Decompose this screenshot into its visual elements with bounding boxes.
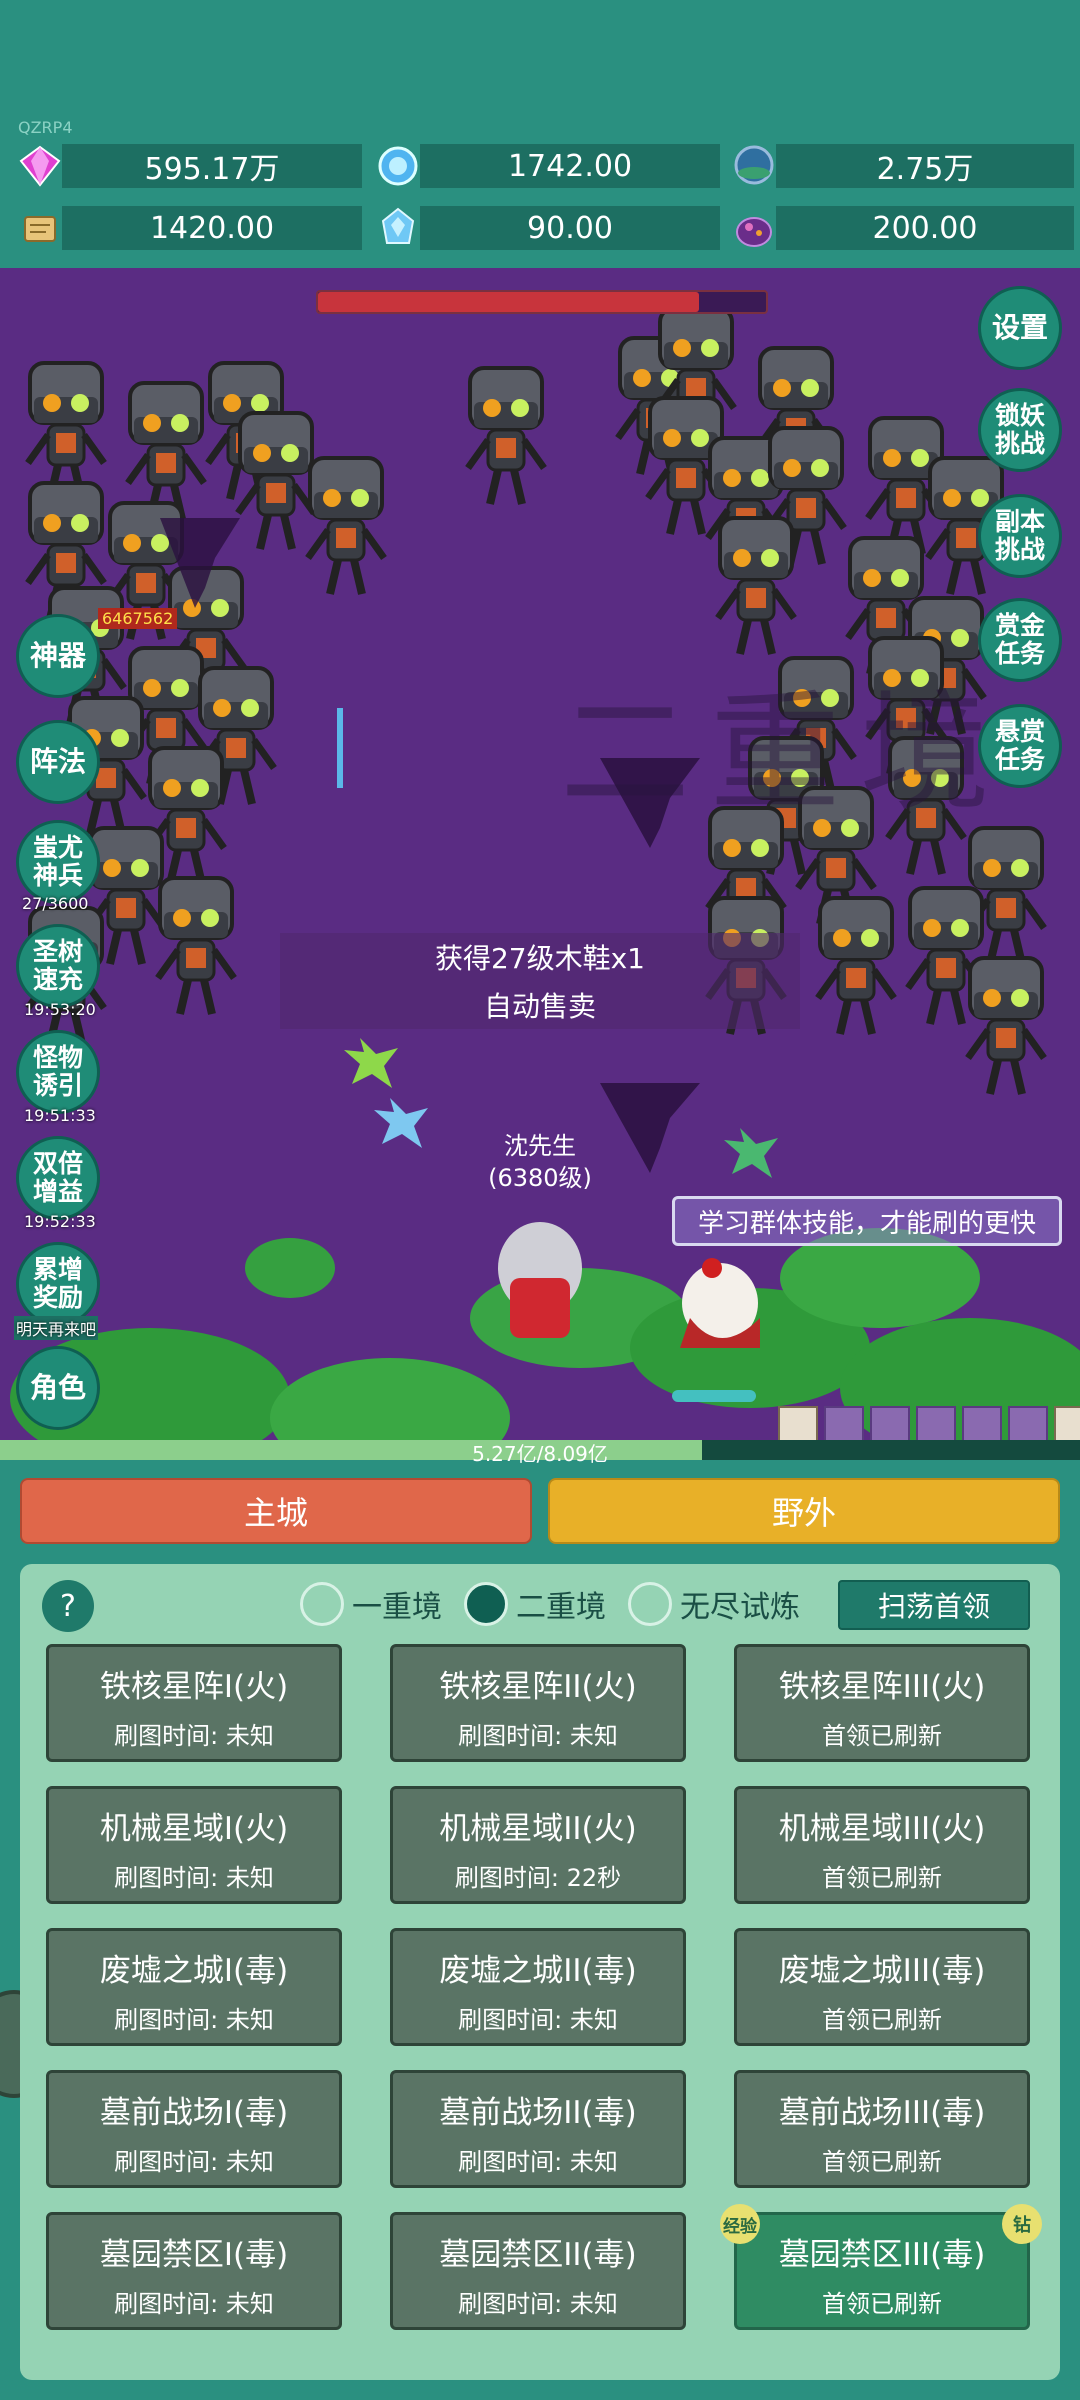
resource-ice-value: 90.00 xyxy=(420,206,720,250)
character-button[interactable]: 角色 xyxy=(16,1346,100,1430)
radio-circle-selected[interactable] xyxy=(464,1582,508,1626)
mode-radio-1[interactable]: 一重境 xyxy=(300,1582,442,1626)
player-level: (6380级) xyxy=(488,1164,592,1192)
damage-number: 6467562 xyxy=(98,608,178,629)
exp-text: 5.27亿/8.09亿 xyxy=(472,1442,608,1466)
resource-diamond-value: 595.17万 xyxy=(62,144,362,188)
map-card[interactable]: 机械星域I(火) 刷图时间: 未知 xyxy=(46,1786,342,1904)
diamond-badge: 钻 xyxy=(1002,2204,1042,2244)
map-card[interactable]: 墓园禁区I(毒) 刷图时间: 未知 xyxy=(46,2212,342,2330)
mode-radio-3[interactable]: 无尽试炼 xyxy=(628,1582,800,1626)
double-gain-timer: 19:52:33 xyxy=(24,1212,96,1231)
resource-scroll-value: 1420.00 xyxy=(62,206,362,250)
map-card[interactable]: 废墟之城II(毒) 刷图时间: 未知 xyxy=(390,1928,686,2046)
scroll-icon xyxy=(16,204,64,252)
bounty-task-button[interactable]: 悬赏任务 xyxy=(978,704,1062,788)
sweep-boss-button[interactable]: 扫荡首领 xyxy=(838,1580,1030,1630)
map-card[interactable]: 铁核星阵I(火) 刷图时间: 未知 xyxy=(46,1644,342,1762)
double-gain-button[interactable]: 双倍增益 xyxy=(16,1136,100,1220)
radio-circle[interactable] xyxy=(628,1582,672,1626)
map-card[interactable]: 铁核星阵II(火) 刷图时间: 未知 xyxy=(390,1644,686,1762)
server-tag: QZRP4 xyxy=(18,118,73,137)
map-card-current[interactable]: 墓园禁区III(毒) 首领已刷新 xyxy=(734,2212,1030,2330)
artifact-button[interactable]: 神器 xyxy=(16,614,100,698)
help-button[interactable]: ? xyxy=(42,1580,94,1632)
formation-button[interactable]: 阵法 xyxy=(16,720,100,804)
map-card[interactable]: 铁核星阵III(火) 首领已刷新 xyxy=(734,1644,1030,1762)
chiyou-weapon-button[interactable]: 蚩尤神兵 xyxy=(16,820,100,904)
chiyou-weapon-counter: 27/3600 xyxy=(22,894,89,913)
resource-gem-value: 1742.00 xyxy=(420,144,720,188)
realm-watermark: 二重境 xyxy=(560,677,1011,829)
resource-bar: QZRP4 595.17万 1742.00 2.75万 1420.00 90.0… xyxy=(0,0,1080,268)
diamond-icon xyxy=(16,142,64,190)
settings-button[interactable]: 设置 xyxy=(978,286,1062,370)
exp-badge: 经验 xyxy=(720,2204,760,2244)
mode-radio-2[interactable]: 二重境 xyxy=(464,1582,606,1626)
map-card[interactable]: 墓前战场II(毒) 刷图时间: 未知 xyxy=(390,2070,686,2188)
cumulative-reward-status: 明天再来吧 xyxy=(14,1316,99,1340)
dungeon-challenge-button[interactable]: 副本挑战 xyxy=(978,494,1062,578)
sacred-tree-timer: 19:53:20 xyxy=(24,1000,96,1019)
wild-button[interactable]: 野外 xyxy=(548,1478,1060,1544)
map-card[interactable]: 墓前战场I(毒) 刷图时间: 未知 xyxy=(46,2070,342,2188)
loot-notice: 获得27级木鞋x1 xyxy=(280,933,800,981)
demon-challenge-button[interactable]: 锁妖挑战 xyxy=(978,388,1062,472)
ice-crystal-icon xyxy=(374,204,422,252)
map-card[interactable]: 废墟之城I(毒) 刷图时间: 未知 xyxy=(46,1928,342,2046)
map-card[interactable]: 机械星域III(火) 首领已刷新 xyxy=(734,1786,1030,1904)
monster-lure-timer: 19:51:33 xyxy=(24,1106,96,1125)
battle-field[interactable]: 二重境 6467562 获得27级木鞋x1 自动售卖 沈先生 (6380级) 学… xyxy=(0,268,1080,1448)
purple-pot-icon xyxy=(730,204,778,252)
boss-hp-bar xyxy=(316,290,768,314)
resource-pot-value: 200.00 xyxy=(776,206,1074,250)
monster-lure-button[interactable]: 怪物诱引 xyxy=(16,1030,100,1114)
radio-circle[interactable] xyxy=(300,1582,344,1626)
auto-sell-notice: 自动售卖 xyxy=(280,981,800,1029)
resource-orb-value: 2.75万 xyxy=(776,144,1074,188)
battle-background xyxy=(10,268,1080,1448)
skill-tip: 学习群体技能，才能刷的更快 xyxy=(672,1196,1062,1246)
map-select-panel: ? 一重境 二重境 无尽试炼 扫荡首领 铁核星阵I(火) 刷图时间: 未知 铁核星… xyxy=(20,1564,1060,2380)
player-name: 沈先生 xyxy=(504,1132,576,1160)
map-card[interactable]: 墓前战场III(毒) 首领已刷新 xyxy=(734,2070,1030,2188)
map-card[interactable]: 墓园禁区II(毒) 刷图时间: 未知 xyxy=(390,2212,686,2330)
map-card[interactable]: 废墟之城III(毒) 首领已刷新 xyxy=(734,1928,1030,2046)
blue-gem-icon xyxy=(374,142,422,190)
main-city-button[interactable]: 主城 xyxy=(20,1478,532,1544)
sacred-tree-button[interactable]: 圣树速充 xyxy=(16,924,100,1008)
bounty-gold-button[interactable]: 赏金任务 xyxy=(978,598,1062,682)
crystal-orb-icon xyxy=(730,142,778,190)
cumulative-reward-button[interactable]: 累增奖励 xyxy=(16,1242,100,1326)
map-card[interactable]: 机械星域II(火) 刷图时间: 22秒 xyxy=(390,1786,686,1904)
